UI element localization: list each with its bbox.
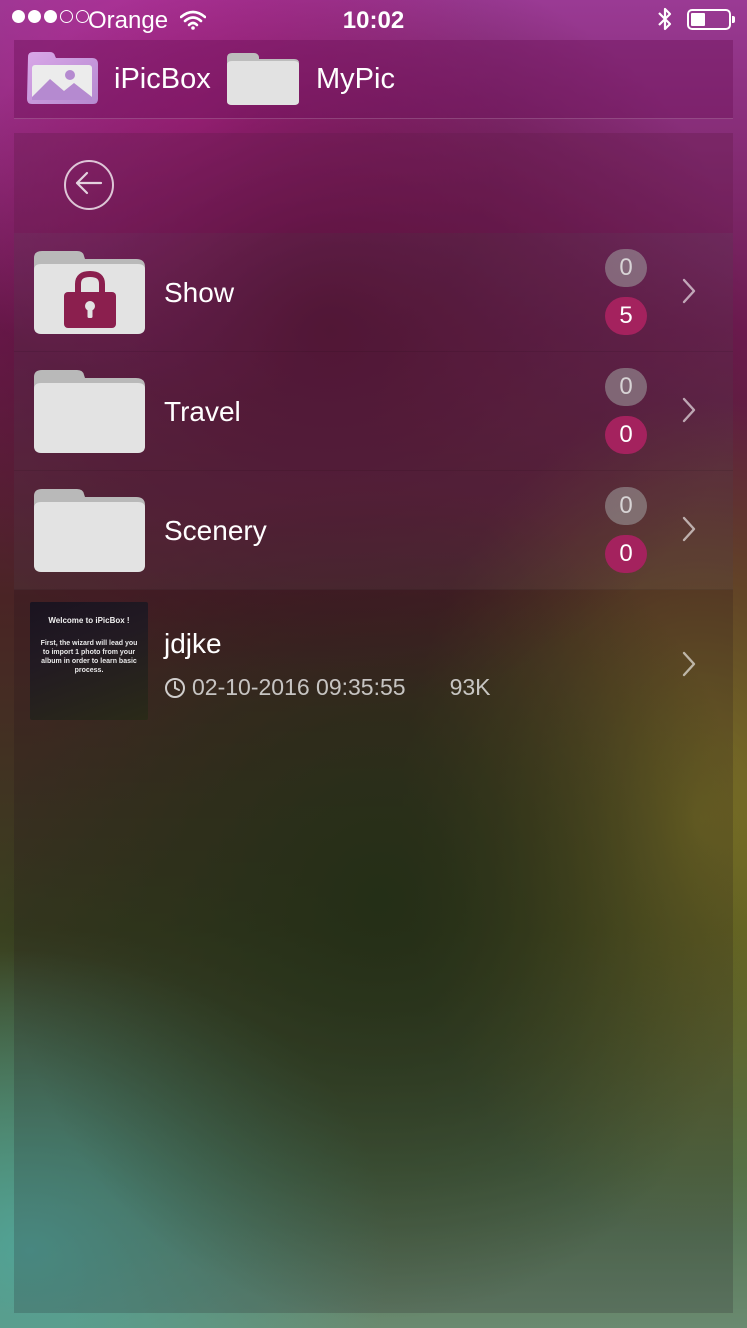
clock-time: 10:02 <box>342 7 405 34</box>
chevron-right-icon <box>681 650 697 683</box>
folder-row[interactable]: Scenery 0 0 <box>14 471 733 590</box>
chevron-right-icon <box>681 277 697 310</box>
clock-icon <box>164 677 186 699</box>
folder-icon <box>32 367 148 460</box>
count-badge: 5 <box>605 297 647 335</box>
battery-icon <box>687 9 735 30</box>
file-row[interactable]: Welcome to iPicBox ! First, the wizard w… <box>14 588 733 720</box>
breadcrumb-current-folder[interactable]: MyPic <box>224 40 395 118</box>
count-badge: 0 <box>605 535 647 573</box>
folder-name: Travel <box>164 396 241 427</box>
back-arrow-icon <box>74 170 104 201</box>
locked-folder-icon <box>32 248 148 341</box>
file-size: 93K <box>449 674 491 700</box>
thumbnail-body: First, the wizard will lead you to impor… <box>40 640 138 674</box>
back-button[interactable] <box>64 160 114 210</box>
file-timestamp: 02-10-2016 09:35:55 <box>192 674 406 700</box>
breadcrumb-app[interactable]: iPicBox <box>24 40 211 118</box>
folder-content-panel: Show 0 5 Travel 0 0 Scenery 0 0 Welcome … <box>14 133 733 1313</box>
bluetooth-icon <box>656 6 674 39</box>
folder-icon <box>224 47 302 112</box>
folder-name: Show <box>164 277 235 308</box>
thumbnail-title: Welcome to iPicBox ! <box>48 616 130 625</box>
file-name: jdjke <box>164 628 222 659</box>
status-bar: Orange 10:02 <box>0 0 747 40</box>
breadcrumb-app-label: iPicBox <box>114 62 211 95</box>
folder-name: Scenery <box>164 515 267 546</box>
file-meta: 02-10-2016 09:35:55 93K <box>164 674 491 701</box>
breadcrumb: iPicBox MyPic <box>14 40 733 119</box>
photo-thumbnail: Welcome to iPicBox ! First, the wizard w… <box>30 602 148 720</box>
breadcrumb-folder-label: MyPic <box>316 62 395 95</box>
chevron-right-icon <box>681 396 697 429</box>
folder-icon <box>32 486 148 579</box>
count-badge: 0 <box>605 416 647 454</box>
count-badge: 0 <box>605 249 647 287</box>
folder-row[interactable]: Show 0 5 <box>14 233 733 352</box>
count-badge: 0 <box>605 368 647 406</box>
app-logo-icon <box>24 47 100 112</box>
chevron-right-icon <box>681 515 697 548</box>
count-badge: 0 <box>605 487 647 525</box>
folder-row[interactable]: Travel 0 0 <box>14 352 733 471</box>
navigation-row <box>14 133 733 233</box>
